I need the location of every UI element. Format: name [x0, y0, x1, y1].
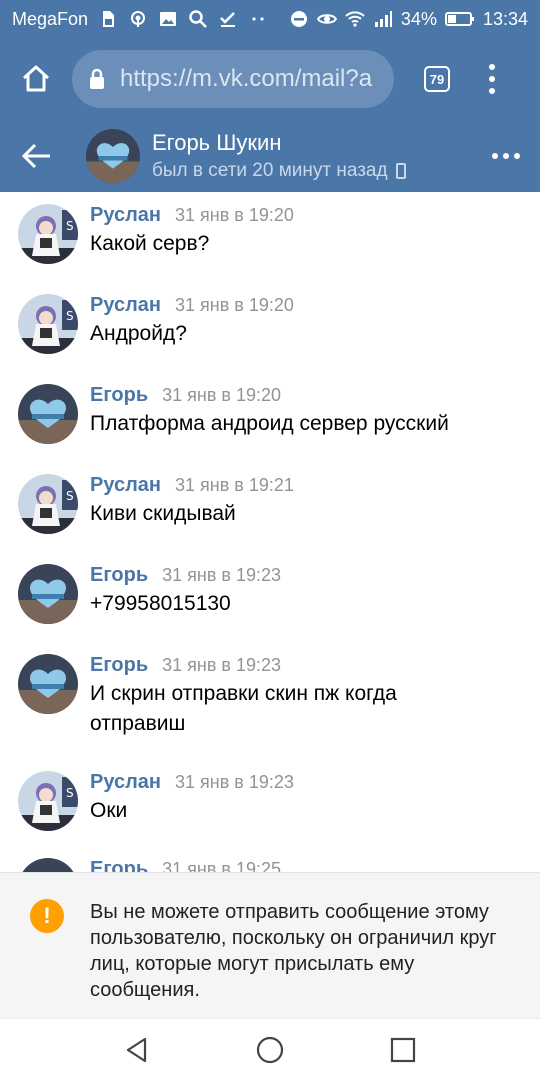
- message-text: Андройд?: [90, 322, 187, 345]
- message-time: 31 янв в 19:21: [175, 475, 294, 495]
- signal-icon: [373, 9, 393, 29]
- battery-icon: [444, 9, 475, 29]
- eye-icon: [316, 9, 337, 29]
- carrier-label: MegaFon: [12, 8, 89, 29]
- message-item: S Руслан 31 янв в 19:23 Оки: [18, 771, 528, 831]
- warning-icon: !: [30, 899, 64, 933]
- message-text: Платформа андроид сервер русский: [90, 412, 449, 435]
- contact-avatar[interactable]: [86, 129, 140, 183]
- message-author[interactable]: Руслан: [90, 294, 161, 317]
- menu-dot-icon: [489, 64, 495, 70]
- message-author[interactable]: Руслан: [90, 204, 161, 227]
- wireless-icon: [128, 9, 148, 29]
- dots-icon: [248, 9, 268, 29]
- author-avatar[interactable]: [18, 858, 78, 872]
- nav-back-button[interactable]: [122, 1035, 152, 1065]
- message-item: Егорь 31 янв в 19:23 И скрин отправки ски…: [18, 654, 528, 739]
- last-seen-text: был в сети 20 минут назад: [152, 160, 388, 181]
- back-arrow-icon: [22, 143, 50, 169]
- message-author[interactable]: Руслан: [90, 771, 161, 794]
- menu-dot-icon: [489, 76, 495, 82]
- message-text: И скрин отправки скин пж когда отправиш: [90, 682, 397, 735]
- message-text: Оки: [90, 799, 128, 822]
- svg-text:S: S: [66, 786, 74, 800]
- sim-card-icon: [98, 9, 118, 29]
- more-dot-icon: [514, 153, 520, 159]
- message-time: 31 янв в 19:20: [175, 295, 294, 315]
- message-time: 31 янв в 19:25: [162, 859, 282, 872]
- more-dot-icon: [492, 153, 498, 159]
- message-item: Егорь 31 янв в 19:23 +79958015130: [18, 564, 528, 624]
- message-time: 31 янв в 19:20: [175, 205, 294, 225]
- message-list[interactable]: S Руслан 31 янв в 19:20 Какой серв? S Рус…: [0, 192, 540, 872]
- message-time: 31 янв в 19:23: [175, 772, 294, 792]
- address-bar[interactable]: https://m.vk.com/mail?a: [72, 50, 394, 108]
- author-avatar[interactable]: [18, 564, 78, 624]
- message-item: Егорь 31 янв в 19:25: [18, 858, 528, 872]
- search-icon: [188, 9, 208, 29]
- author-avatar[interactable]: S: [18, 771, 78, 831]
- message-author[interactable]: Егорь: [90, 858, 148, 872]
- triangle-back-icon: [126, 1037, 146, 1062]
- message-text: +79958015130: [90, 592, 231, 615]
- message-item: S Руслан 31 янв в 19:20 Андройд?: [18, 294, 528, 354]
- svg-text:S: S: [66, 309, 74, 323]
- restriction-message: Вы не можете отправить сообщение этому п…: [90, 901, 497, 1001]
- wifi-icon: [345, 9, 365, 29]
- author-avatar[interactable]: S: [18, 204, 78, 264]
- message-author[interactable]: Егорь: [90, 654, 148, 677]
- circle-home-icon: [256, 1036, 284, 1063]
- message-text: Киви скидывай: [90, 502, 236, 525]
- browser-toolbar: https://m.vk.com/mail?a 79: [0, 38, 540, 120]
- message-author[interactable]: Егорь: [90, 384, 148, 407]
- chat-header: Егорь Шукин был в сети 20 минут назад: [0, 120, 540, 192]
- nav-recents-button[interactable]: [388, 1035, 418, 1065]
- system-navigation-bar: [0, 1018, 540, 1080]
- author-avatar[interactable]: S: [18, 294, 78, 354]
- clock: 13:34: [482, 8, 528, 29]
- image-icon: [158, 9, 178, 29]
- more-dot-icon: [503, 153, 509, 159]
- contact-status: был в сети 20 минут назад: [152, 160, 406, 182]
- home-button[interactable]: [14, 57, 58, 101]
- author-avatar[interactable]: [18, 654, 78, 714]
- svg-text:S: S: [66, 219, 74, 233]
- tabs-counter-button[interactable]: 79: [424, 66, 450, 92]
- message-author[interactable]: Руслан: [90, 474, 161, 497]
- message-author[interactable]: Егорь: [90, 564, 148, 587]
- send-restricted-banner: ! Вы не можете отправить сообщение этому…: [0, 872, 540, 1018]
- svg-text:S: S: [66, 489, 74, 503]
- author-avatar[interactable]: S: [18, 474, 78, 534]
- contact-name: Егорь Шукин: [152, 130, 282, 155]
- author-avatar[interactable]: [18, 384, 78, 444]
- browser-menu-button[interactable]: [488, 64, 496, 94]
- menu-dot-icon: [489, 88, 495, 94]
- message-text: Какой серв?: [90, 232, 210, 255]
- checkmark-icon: [218, 9, 238, 29]
- home-icon: [22, 65, 50, 92]
- nav-home-button[interactable]: [255, 1035, 285, 1065]
- status-bar: MegaFon 34% 13:34: [0, 0, 540, 38]
- message-time: 31 янв в 19:23: [162, 655, 282, 675]
- mobile-phone-icon: [395, 163, 406, 179]
- chat-more-button[interactable]: [492, 153, 520, 159]
- lock-icon: [90, 68, 104, 89]
- square-recents-icon: [391, 1037, 416, 1062]
- url-text: https://m.vk.com/mail?a: [120, 65, 373, 92]
- battery-percent: 34%: [400, 8, 437, 29]
- message-time: 31 янв в 19:20: [162, 385, 282, 405]
- back-button[interactable]: [20, 139, 54, 173]
- message-item: S Руслан 31 янв в 19:20 Какой серв?: [18, 204, 528, 264]
- message-item: S Руслан 31 янв в 19:21 Киви скидывай: [18, 474, 528, 534]
- message-item: Егорь 31 янв в 19:20 Платформа андроид се…: [18, 384, 528, 444]
- message-time: 31 янв в 19:23: [162, 565, 282, 585]
- do-not-disturb-icon: [289, 9, 309, 29]
